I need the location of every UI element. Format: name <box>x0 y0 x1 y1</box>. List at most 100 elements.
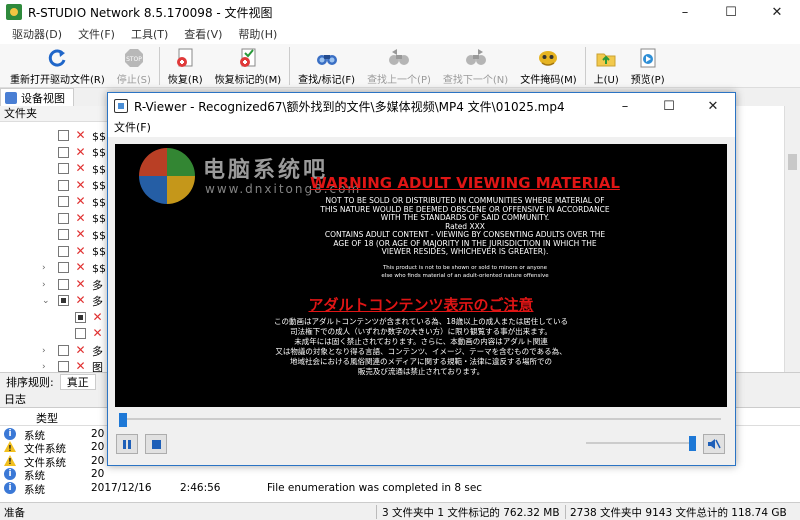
mark-checkbox[interactable] <box>58 179 69 191</box>
deleted-folder-icon: ✕ <box>75 161 86 175</box>
up-label: 上(U) <box>593 75 619 86</box>
folder-tree-row[interactable]: › ✕ 多 <box>0 277 107 293</box>
expand-chevron-icon[interactable]: › <box>42 263 46 273</box>
find-prev-button[interactable]: 查找上一个(P) <box>361 44 437 86</box>
stop-label: 停止(S) <box>116 75 151 86</box>
folder-tree-label: $$ <box>92 195 106 209</box>
mark-checkbox[interactable] <box>58 130 69 141</box>
mark-checkbox[interactable] <box>58 212 69 224</box>
video-frame[interactable]: 电脑系统吧 www.dnxitong8.com WARNING ADULT VI… <box>115 144 727 407</box>
status-separator <box>376 505 377 519</box>
mark-checkbox[interactable] <box>58 278 69 290</box>
recover-button[interactable]: 恢复(R) <box>162 44 209 86</box>
stop-playback-button[interactable] <box>145 434 167 454</box>
video-warning-heading-jp: アダルトコンテンツ表示のご注意 <box>308 296 534 314</box>
folder-tree-row[interactable]: ✕ $$ <box>0 128 107 144</box>
folder-tree-row[interactable]: ⌄ ✕ 多 <box>0 293 107 309</box>
up-button[interactable]: 上(U) <box>588 44 625 86</box>
mark-checkbox[interactable] <box>75 328 86 339</box>
mark-checkbox[interactable] <box>58 295 69 306</box>
folder-tree-row[interactable]: ✕ <box>0 309 107 326</box>
log-date: 20 <box>91 454 105 467</box>
binoculars-icon <box>315 47 339 69</box>
mark-checkbox[interactable] <box>58 245 69 257</box>
log-date: 20 <box>91 441 105 454</box>
viewer-maximize-button[interactable]: ☐ <box>647 93 691 119</box>
info-icon: i <box>4 428 16 440</box>
menu-help[interactable]: 帮助(H) <box>230 26 285 42</box>
viewer-menu-file[interactable]: 文件(F) <box>114 121 151 134</box>
mark-checkbox[interactable] <box>58 146 69 158</box>
folder-tree-row[interactable]: ✕ $$ <box>0 211 107 227</box>
file-list-scrollbar[interactable] <box>784 106 800 372</box>
folder-tree-row[interactable]: ✕ $$ <box>0 145 107 161</box>
scrollbar-thumb[interactable] <box>788 154 797 170</box>
mark-checkbox[interactable] <box>58 163 69 174</box>
video-small-line: This product is not to be shown or sold … <box>382 265 548 271</box>
folder-tree-row[interactable]: ✕ $$ <box>0 244 107 260</box>
mark-checkbox[interactable] <box>58 361 69 372</box>
speaker-muted-icon <box>708 439 721 449</box>
reopen-drive-button[interactable]: 重新打开驱动文件(R) <box>4 44 111 86</box>
folder-tree-row[interactable]: ✕ <box>0 326 107 342</box>
sort-value[interactable]: 真正 <box>59 373 96 390</box>
folder-tree-header: 文件夹 <box>0 106 107 122</box>
volume-slider[interactable] <box>586 435 696 451</box>
folder-tree-label: 多 <box>92 295 103 308</box>
menu-file[interactable]: 文件(F) <box>70 26 123 42</box>
minimize-button[interactable]: – <box>662 0 708 24</box>
menu-tools[interactable]: 工具(T) <box>123 26 176 42</box>
mark-checkbox[interactable] <box>58 262 69 273</box>
folder-tree-label: $$ <box>92 179 106 192</box>
log-date: 20 <box>91 428 105 440</box>
seek-slider[interactable] <box>115 411 727 427</box>
log-row[interactable]: i 系统 2017/12/16 2:46:56 File enumeration was… <box>0 481 800 496</box>
find-next-label: 查找下一个(N) <box>442 75 509 86</box>
seek-knob[interactable] <box>119 413 127 427</box>
expand-chevron-icon[interactable]: › <box>42 280 46 290</box>
preview-button[interactable]: 预览(P) <box>625 44 671 86</box>
maximize-button[interactable]: ☐ <box>708 0 754 24</box>
log-date: 20 <box>91 468 105 481</box>
expand-chevron-icon[interactable]: ⌄ <box>42 296 50 306</box>
pause-button[interactable] <box>116 434 138 454</box>
tab-device-view[interactable]: 设备视图 <box>0 88 74 106</box>
menu-view[interactable]: 查看(V) <box>176 26 230 42</box>
recover-marked-button[interactable]: 恢复标记的(M) <box>209 44 287 86</box>
mark-checkbox[interactable] <box>75 311 86 323</box>
folder-tree-label: 多 <box>92 344 103 358</box>
mark-checkbox[interactable] <box>58 229 69 240</box>
stop-button[interactable]: STOP 停止(S) <box>111 44 157 86</box>
mute-button[interactable] <box>703 434 725 454</box>
deleted-folder-icon: ✕ <box>92 309 103 324</box>
folder-tree-row[interactable]: ✕ $$ <box>0 161 107 177</box>
reopen-drive-label: 重新打开驱动文件(R) <box>10 75 105 86</box>
warning-icon: ! <box>4 441 16 453</box>
status-total: 2738 文件夹中 9143 文件总计的 118.74 GB <box>570 507 787 519</box>
log-col-type[interactable]: 类型 <box>36 410 58 426</box>
folder-tree-row[interactable]: ✕ $$ <box>0 227 107 243</box>
find-next-button[interactable]: 查找下一个(N) <box>437 44 514 86</box>
mark-checkbox[interactable] <box>58 196 69 207</box>
folder-tree-row[interactable]: › ✕ 图 <box>0 359 107 372</box>
volume-knob[interactable] <box>689 436 696 451</box>
find-mark-button[interactable]: 查找/标记(F) <box>292 44 361 86</box>
viewer-minimize-button[interactable]: – <box>603 93 647 119</box>
video-small-line: else who finds material of an adult-orie… <box>381 273 549 279</box>
close-button[interactable]: ✕ <box>754 0 800 24</box>
file-mask-button[interactable]: 文件掩码(M) <box>514 44 582 86</box>
expand-chevron-icon[interactable]: › <box>42 346 46 356</box>
folder-tree-row[interactable]: ✕ $$ <box>0 178 107 194</box>
folder-tree-row[interactable]: ✕ $$ <box>0 194 107 210</box>
expand-chevron-icon[interactable]: › <box>42 362 46 372</box>
mark-checkbox[interactable] <box>58 344 69 356</box>
device-view-icon <box>5 91 17 104</box>
deleted-folder-icon: ✕ <box>75 260 86 274</box>
log-row[interactable]: i 系统 20 <box>0 468 800 482</box>
tab-device-view-label: 设备视图 <box>21 91 65 105</box>
menu-drive[interactable]: 驱动器(D) <box>4 26 70 42</box>
folder-tree-row[interactable]: › ✕ 多 <box>0 343 107 359</box>
viewer-close-button[interactable]: ✕ <box>691 93 735 119</box>
folder-tree-row[interactable]: › ✕ $$ <box>0 260 107 276</box>
video-english-line: VIEWER RESIDES, WHICHEVER IS GREATER). <box>381 247 549 256</box>
